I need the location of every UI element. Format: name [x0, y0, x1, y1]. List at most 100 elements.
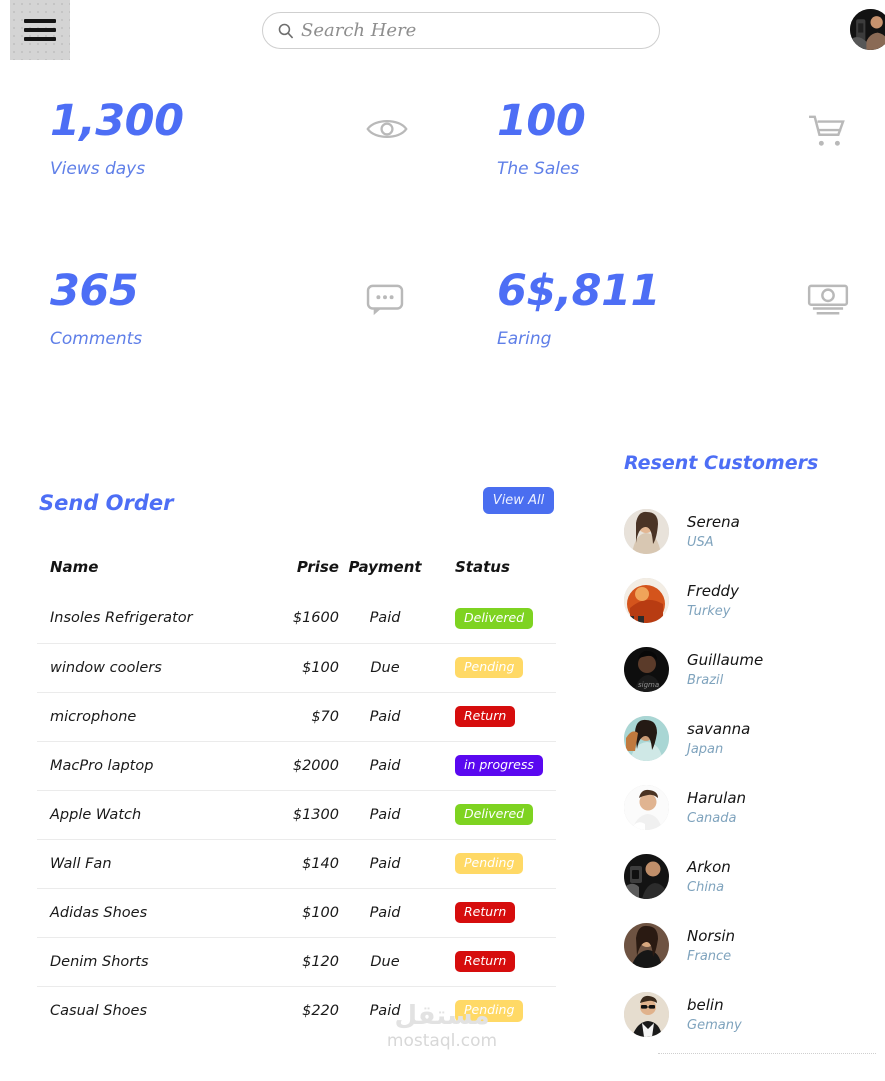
order-price: $1300 [253, 789, 339, 839]
table-row[interactable]: MacPro laptop $2000 Paid in progress [37, 740, 556, 790]
avatar: sigma [624, 647, 669, 692]
money-banknote-icon [807, 284, 885, 321]
view-all-button[interactable]: View All [483, 487, 554, 514]
order-price: $220 [253, 985, 339, 1035]
order-name: Wall Fan [37, 838, 253, 888]
search-input[interactable] [301, 20, 645, 41]
customer-text: Freddy Turkey [687, 582, 739, 619]
order-status-cell: Delivered [431, 594, 556, 643]
stat-label: Views days [50, 159, 146, 179]
orders-table-head: Name Prise Payment Status [37, 558, 556, 594]
table-row[interactable]: Casual Shoes $220 Paid Pending [37, 985, 556, 1035]
customer-text: belin Gemany [687, 996, 742, 1033]
order-payment: Paid [339, 887, 431, 937]
customer-country: Gemany [687, 1018, 742, 1033]
dashboard-page: 1,300 Views days 100 The Sales [0, 0, 885, 1081]
status-badge: Return [455, 705, 516, 728]
customer-country: France [687, 949, 732, 964]
hamburger-bar [24, 28, 56, 32]
status-badge: in progress [455, 754, 543, 777]
orders-header: Send Order View All [37, 487, 557, 531]
column-header-status: Status [455, 558, 510, 576]
top-bar [0, 0, 885, 60]
order-payment: Due [339, 642, 431, 692]
customer-text: savanna Japan [687, 720, 750, 757]
hamburger-menu-icon[interactable] [10, 0, 70, 60]
avatar [624, 716, 669, 761]
order-name: Adidas Shoes [37, 887, 253, 937]
order-price: $1600 [292, 610, 339, 627]
comment-bubble-icon [366, 284, 440, 321]
order-name: window coolers [37, 642, 253, 692]
stats-row-1: 1,300 Views days 100 The Sales [0, 100, 885, 270]
order-name: Casual Shoes [37, 985, 253, 1035]
status-badge: Return [455, 950, 516, 973]
page-title: Send Order [39, 491, 174, 515]
customers-list: Serena USA Freddy Turkey sigma Guillaume Brazi… [624, 497, 876, 1049]
order-payment: Paid [369, 610, 401, 627]
order-price: $140 [253, 838, 339, 888]
search-bar[interactable] [262, 12, 660, 49]
avatar [624, 923, 669, 968]
status-badge: Pending [455, 656, 524, 679]
table-row[interactable]: Denim Shorts $120 Due Return [37, 936, 556, 986]
order-name: microphone [37, 691, 253, 741]
stat-label: Comments [50, 329, 143, 349]
send-order-panel: Send Order View All Name Prise Payment S… [37, 487, 557, 1035]
table-row[interactable]: window coolers $100 Due Pending [37, 642, 556, 692]
customer-text: Arkon China [687, 858, 731, 895]
stats-row-2: 365 Comments 6$,811 Earing [0, 270, 885, 440]
stats-section: 1,300 Views days 100 The Sales 365 Comme… [0, 100, 885, 440]
customer-name: belin [687, 996, 724, 1014]
customers-divider [658, 1053, 876, 1054]
order-price: $70 [253, 691, 339, 741]
stat-label: The Sales [497, 159, 580, 179]
list-item[interactable]: Arkon China [624, 842, 876, 911]
customer-name: Norsin [687, 927, 736, 945]
order-price: $100 [253, 887, 339, 937]
customer-country: Turkey [687, 604, 731, 619]
list-item[interactable]: savanna Japan [624, 704, 876, 773]
recent-customers-panel: Resent Customers Serena USA Freddy Turkey si… [624, 452, 876, 1049]
status-badge: Delivered [455, 607, 534, 629]
customer-name: savanna [687, 720, 751, 738]
order-status-cell: Pending [431, 642, 556, 692]
avatar [624, 578, 669, 623]
shopping-cart-icon [807, 114, 885, 152]
stat-card-sales: 100 The Sales [497, 100, 885, 220]
avatar [624, 785, 669, 830]
hamburger-bar [24, 37, 56, 41]
order-payment: Paid [339, 691, 431, 741]
column-header-name: Name [50, 558, 99, 576]
user-avatar[interactable] [850, 9, 885, 50]
avatar-photo [850, 9, 885, 50]
customer-country: China [687, 880, 725, 895]
customer-text: Norsin France [687, 927, 735, 964]
status-badge: Return [455, 901, 516, 924]
column-header-price: Prise [296, 558, 339, 576]
table-header-row: Name Prise Payment Status [37, 558, 556, 594]
stat-card-earning: 6$,811 Earing [497, 270, 885, 390]
recent-customers-title: Resent Customers [624, 452, 819, 474]
list-item[interactable]: sigma Guillaume Brazil [624, 635, 876, 704]
table-row[interactable]: Insoles Refrigerator $1600 Paid Delivered [37, 594, 556, 643]
table-row[interactable]: microphone $70 Paid Return [37, 691, 556, 741]
list-item[interactable]: Serena USA [624, 497, 876, 566]
order-payment: Due [339, 936, 431, 986]
table-row[interactable]: Wall Fan $140 Paid Pending [37, 838, 556, 888]
customer-name: Guillaume [687, 651, 764, 669]
order-status-cell: Return [431, 936, 556, 986]
customer-name: Arkon [687, 858, 731, 876]
table-row[interactable]: Apple Watch $1300 Paid Delivered [37, 789, 556, 839]
table-row[interactable]: Adidas Shoes $100 Paid Return [37, 887, 556, 937]
status-badge: Pending [455, 1000, 524, 1022]
customer-country: Canada [687, 811, 737, 826]
list-item[interactable]: Harulan Canada [624, 773, 876, 842]
order-payment: Paid [339, 985, 431, 1035]
customer-text: Harulan Canada [687, 789, 746, 826]
list-item[interactable]: Freddy Turkey [624, 566, 876, 635]
avatar [624, 992, 669, 1037]
list-item[interactable]: belin Gemany [624, 980, 876, 1049]
order-status-cell: Pending [431, 985, 556, 1035]
list-item[interactable]: Norsin France [624, 911, 876, 980]
